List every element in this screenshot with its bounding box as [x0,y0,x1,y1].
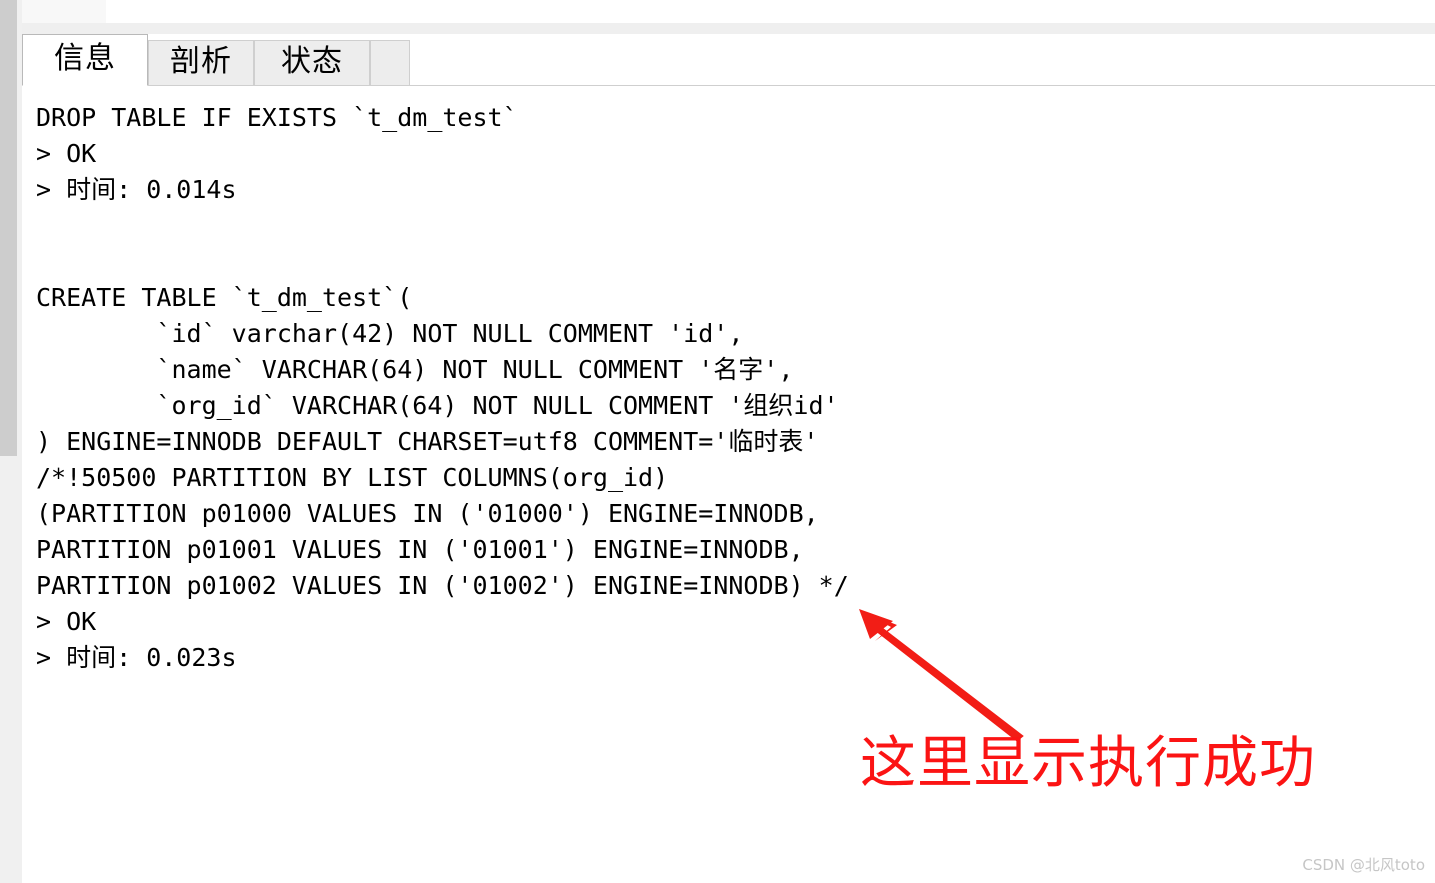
tab-profile-label: 剖析 [170,44,232,79]
tab-profile[interactable]: 剖析 [148,40,254,86]
vertical-scrollbar[interactable] [0,0,22,883]
tab-status[interactable]: 状态 [254,40,370,86]
csdn-watermark: CSDN @北风toto [1302,856,1425,874]
message-log-panel[interactable]: DROP TABLE IF EXISTS `t_dm_test` > OK > … [22,86,1435,883]
tab-status-label: 状态 [281,44,343,79]
tab-information-label: 信息 [54,41,116,76]
result-panel-window: 信息 剖析 状态 DROP TABLE IF EXISTS `t_dm_test… [0,0,1435,883]
vertical-scrollbar-thumb[interactable] [0,0,17,456]
tab-bar-filler [370,40,410,86]
tab-information[interactable]: 信息 [22,34,148,86]
message-log-text: DROP TABLE IF EXISTS `t_dm_test` > OK > … [36,103,849,672]
top-strip-tab-stub [22,0,106,23]
result-tab-bar: 信息 剖析 状态 [22,34,1435,86]
top-gap-band [0,23,1435,34]
top-strip [0,0,1435,23]
